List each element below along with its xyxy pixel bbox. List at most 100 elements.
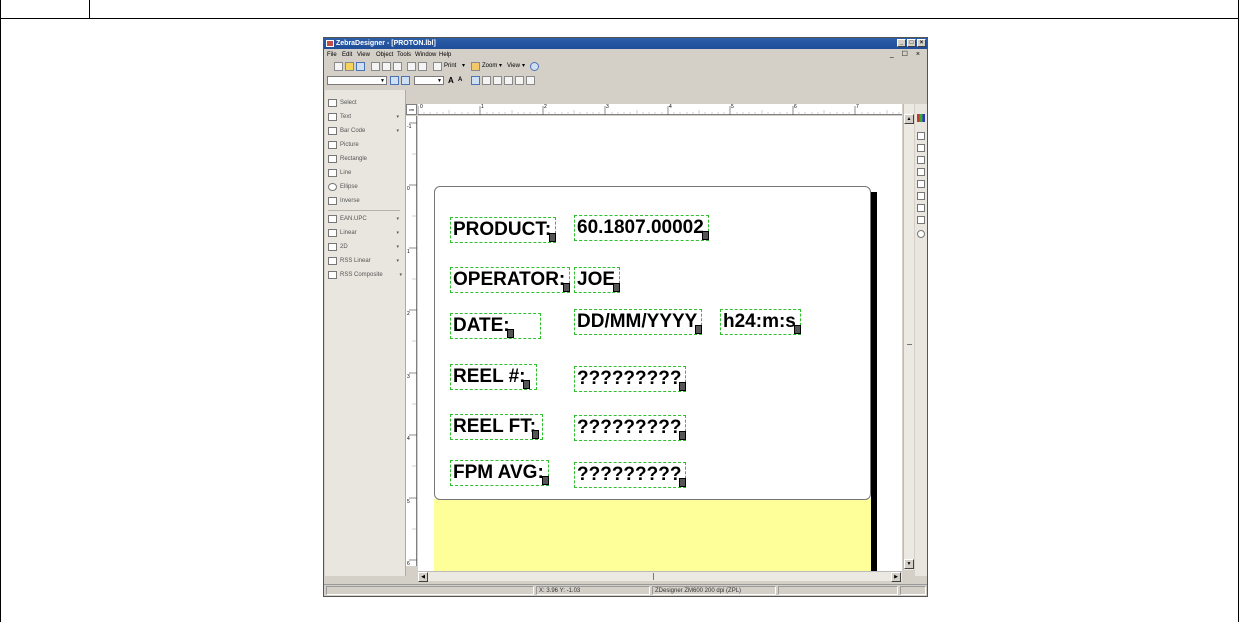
field-fpm-avg-value[interactable]: ????????? (574, 462, 687, 488)
field-reel-number-label[interactable]: REEL #: (450, 364, 537, 390)
tool-linear[interactable]: Linear ▾ (328, 228, 402, 238)
tool-select[interactable]: Select (328, 98, 402, 108)
font-size-combo[interactable]: ▼ (414, 76, 444, 85)
view-button[interactable]: View (507, 62, 520, 71)
field-date-value[interactable]: DD/MM/YYYY (574, 309, 703, 335)
menu-file[interactable]: File (327, 50, 337, 60)
align-left-edge-icon[interactable] (917, 132, 925, 140)
tool-bar-code[interactable]: Bar Code ▾ (328, 126, 402, 136)
align-left-icon[interactable] (504, 76, 513, 85)
label-setup-icon[interactable] (407, 62, 416, 71)
tool-picture[interactable]: Picture (328, 140, 402, 150)
copy-icon[interactable] (382, 62, 391, 71)
font-type-icon[interactable] (390, 76, 399, 85)
zebradesigner-window: ZebraDesigner - [PROTON.lbl] _ □ × File … (323, 37, 928, 597)
tool-2d[interactable]: 2D ▾ (328, 242, 402, 252)
print-icon[interactable] (433, 62, 442, 71)
printer-font-icon[interactable] (401, 76, 410, 85)
mdi-window-controls[interactable]: _ ☐ × (890, 50, 923, 60)
align-right-icon[interactable] (526, 76, 535, 85)
tool-rss-linear[interactable]: RSS Linear ▾ (328, 256, 402, 266)
palette-icon[interactable] (917, 114, 925, 122)
tool-text[interactable]: Text ▾ (328, 112, 402, 122)
shrink-font-icon[interactable]: A (458, 76, 462, 85)
tool-ean-upc[interactable]: EAN.UPC ▾ (328, 214, 402, 224)
horizontal-scrollbar[interactable]: ◀ ▶ (418, 571, 902, 582)
align-bottom-edge-icon[interactable] (917, 192, 925, 200)
cut-icon[interactable] (371, 62, 380, 71)
scroll-right-icon[interactable]: ▶ (891, 572, 901, 582)
field-fpm-avg-label[interactable]: FPM AVG: (450, 460, 549, 486)
underline-icon[interactable] (493, 76, 502, 85)
scroll-left-icon[interactable]: ◀ (418, 572, 428, 582)
chevron-down-icon: ▾ (396, 114, 399, 120)
variable-icon (613, 283, 621, 292)
field-time-value[interactable]: h24:m:s (720, 309, 801, 335)
align-horizontal-center-icon[interactable] (917, 144, 925, 152)
new-icon[interactable] (334, 62, 343, 71)
tool-label: Linear (340, 230, 357, 236)
print-button[interactable]: Print (444, 62, 456, 71)
tool-inverse[interactable]: Inverse (328, 196, 402, 206)
grow-font-icon[interactable]: A (448, 76, 454, 85)
tool-label: Ellipse (340, 184, 358, 190)
align-top-edge-icon[interactable] (917, 168, 925, 176)
scroll-thumb-grip[interactable] (907, 344, 912, 345)
zoom-button[interactable]: Zoom (482, 62, 497, 71)
tool-line[interactable]: Line (328, 168, 402, 178)
field-operator-label[interactable]: OPERATOR: (450, 267, 571, 293)
variables-icon[interactable] (418, 62, 427, 71)
barcode-2d-icon (328, 243, 337, 251)
align-vertical-center-icon[interactable] (917, 180, 925, 188)
tool-label: Text (340, 114, 352, 120)
window-title: ZebraDesigner - [PROTON.lbl] (336, 40, 436, 47)
menu-window[interactable]: Window (415, 50, 436, 60)
minimize-button[interactable]: _ (897, 39, 906, 47)
tool-rectangle[interactable]: Rectangle (328, 154, 402, 164)
font-name-combo[interactable]: ▼ (327, 76, 387, 85)
menu-object[interactable]: Object (376, 50, 393, 60)
open-icon[interactable] (345, 62, 354, 71)
field-date-label[interactable]: DATE: (450, 313, 541, 339)
close-button[interactable]: × (917, 39, 926, 47)
field-reel-ft-value[interactable]: ????????? (574, 415, 687, 441)
bold-icon[interactable] (471, 76, 480, 85)
field-text: FPM AVG: (453, 462, 544, 483)
maximize-button[interactable]: □ (907, 39, 916, 47)
menu-help[interactable]: Help (439, 50, 451, 60)
zoom-icon[interactable] (471, 62, 480, 71)
scroll-down-icon[interactable]: ▼ (904, 559, 914, 569)
tool-rss-composite[interactable]: RSS Composite ▾ (328, 270, 402, 280)
menu-view[interactable]: View (357, 50, 370, 60)
zoom-dropdown-icon[interactable]: ▾ (499, 62, 502, 71)
field-reel-ft-label[interactable]: REEL FT: (450, 414, 544, 440)
menu-tools[interactable]: Tools (397, 50, 411, 60)
design-canvas[interactable]: PRODUCT: 60.1807.00002 OPERATOR: JOE DAT… (418, 116, 902, 571)
scroll-thumb-grip[interactable] (653, 573, 654, 580)
align-center-icon[interactable] (515, 76, 524, 85)
label-area[interactable]: PRODUCT: 60.1807.00002 OPERATOR: JOE DAT… (434, 186, 871, 500)
tool-ellipse[interactable]: Ellipse (328, 182, 402, 192)
distribute-vertical-icon[interactable] (917, 216, 925, 224)
paste-icon[interactable] (393, 62, 402, 71)
save-icon[interactable] (356, 62, 365, 71)
field-reel-number-value[interactable]: ????????? (574, 366, 687, 392)
field-product-value[interactable]: 60.1807.00002 (574, 215, 709, 241)
field-product-label[interactable]: PRODUCT: (450, 217, 557, 243)
view-dropdown-icon[interactable]: ▾ (522, 62, 525, 71)
alignment-toolbar (915, 104, 927, 576)
chevron-down-icon: ▾ (396, 216, 399, 222)
rotate-icon[interactable] (917, 230, 925, 238)
align-right-edge-icon[interactable] (917, 156, 925, 164)
chevron-down-icon: ▾ (396, 244, 399, 250)
field-operator-value[interactable]: JOE (574, 267, 621, 293)
distribute-horizontal-icon[interactable] (917, 204, 925, 212)
scroll-up-icon[interactable]: ▲ (904, 114, 914, 124)
help-icon[interactable] (530, 62, 539, 71)
menu-edit[interactable]: Edit (342, 50, 352, 60)
print-dropdown-icon[interactable]: ▾ (462, 62, 465, 71)
barcode-icon (328, 215, 337, 223)
vertical-scrollbar[interactable]: ▲ ▼ (903, 104, 914, 570)
menu-bar: File Edit View Object Tools Window Help … (324, 50, 927, 60)
italic-icon[interactable] (482, 76, 491, 85)
